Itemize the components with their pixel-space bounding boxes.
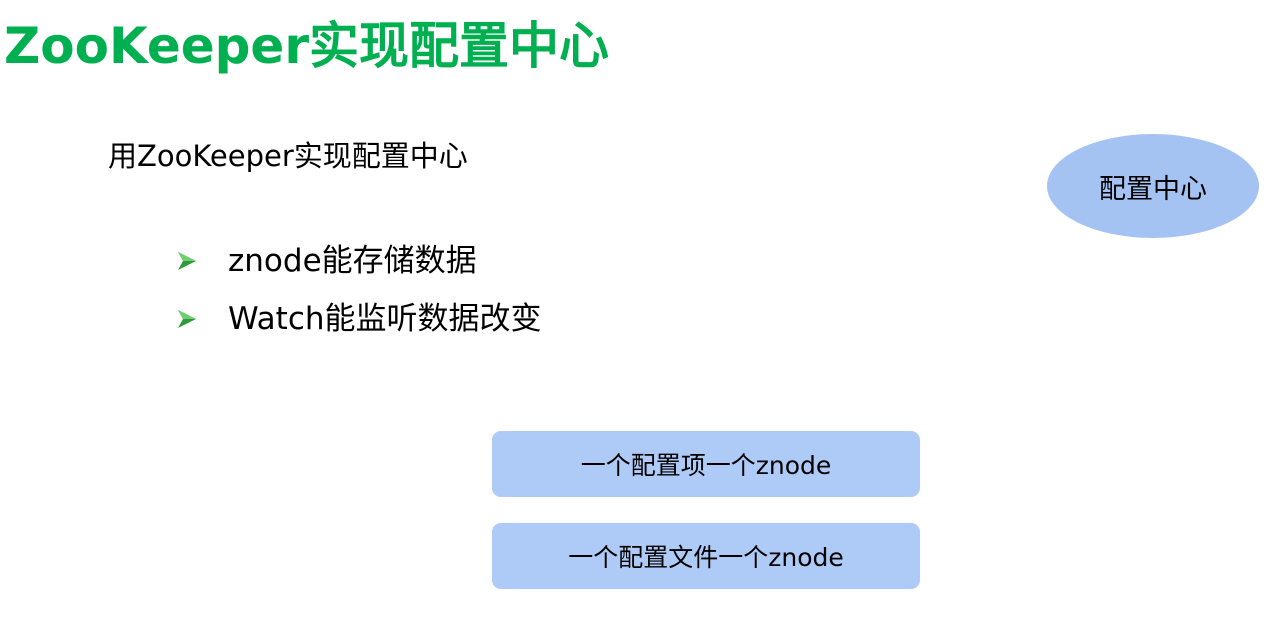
slide-title: ZooKeeper实现配置中心	[4, 17, 610, 75]
bullet-text: znode能存储数据	[228, 243, 477, 279]
green-arrowhead-icon	[178, 252, 196, 270]
bullet-list: znode能存储数据 Watch能监听数据改变	[176, 232, 542, 348]
box-label: 一个配置项一个znode	[580, 451, 832, 480]
ellipse-label: 配置中心	[1099, 173, 1207, 205]
config-item-box: 一个配置项一个znode	[492, 431, 920, 497]
slide-subtitle: 用ZooKeeper实现配置中心	[108, 139, 468, 173]
bullet-item: znode能存储数据	[176, 232, 542, 290]
bullet-text: Watch能监听数据改变	[228, 301, 542, 337]
bullet-item: Watch能监听数据改变	[176, 290, 542, 348]
green-arrowhead-icon	[178, 310, 196, 328]
box-label: 一个配置文件一个znode	[568, 543, 844, 572]
config-file-box: 一个配置文件一个znode	[492, 523, 920, 589]
config-center-ellipse: 配置中心	[1047, 134, 1259, 238]
